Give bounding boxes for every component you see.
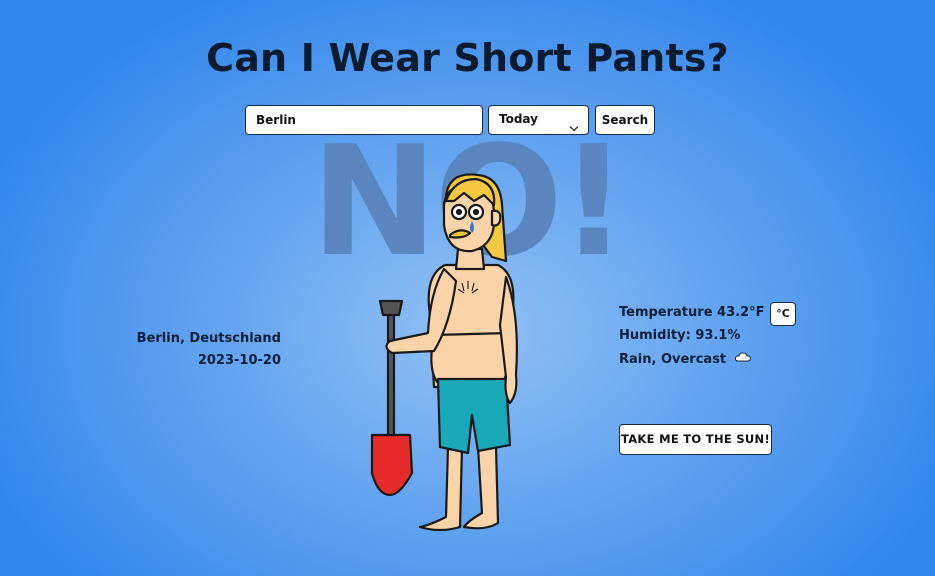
location-block: Berlin, Deutschland 2023-10-20 [137, 331, 281, 375]
weather-details: Temperature 43.2°F Humidity: 93.1% Rain,… [619, 305, 765, 375]
condition-row: Rain, Overcast [619, 351, 765, 367]
take-me-to-the-sun-button[interactable]: TAKE ME TO THE SUN! [619, 424, 772, 455]
unit-toggle-button[interactable]: °C [770, 302, 796, 326]
temperature-row: Temperature 43.2°F [619, 305, 765, 320]
condition-text: Rain, Overcast [619, 351, 727, 367]
humidity-row: Humidity: 93.1% [619, 328, 765, 343]
humidity-label: Humidity: [619, 328, 691, 343]
forecast-date: 2023-10-20 [197, 353, 281, 368]
cloud-icon [734, 351, 752, 367]
temperature-label: Temperature [619, 305, 713, 320]
location-name: Berlin, Deutschland [136, 331, 281, 346]
sad-man-with-shovel-illustration [360, 165, 535, 549]
page-title: Can I Wear Short Pants? [206, 36, 729, 80]
temperature-value: 43.2°F [717, 305, 765, 320]
humidity-value: 93.1% [695, 328, 741, 343]
